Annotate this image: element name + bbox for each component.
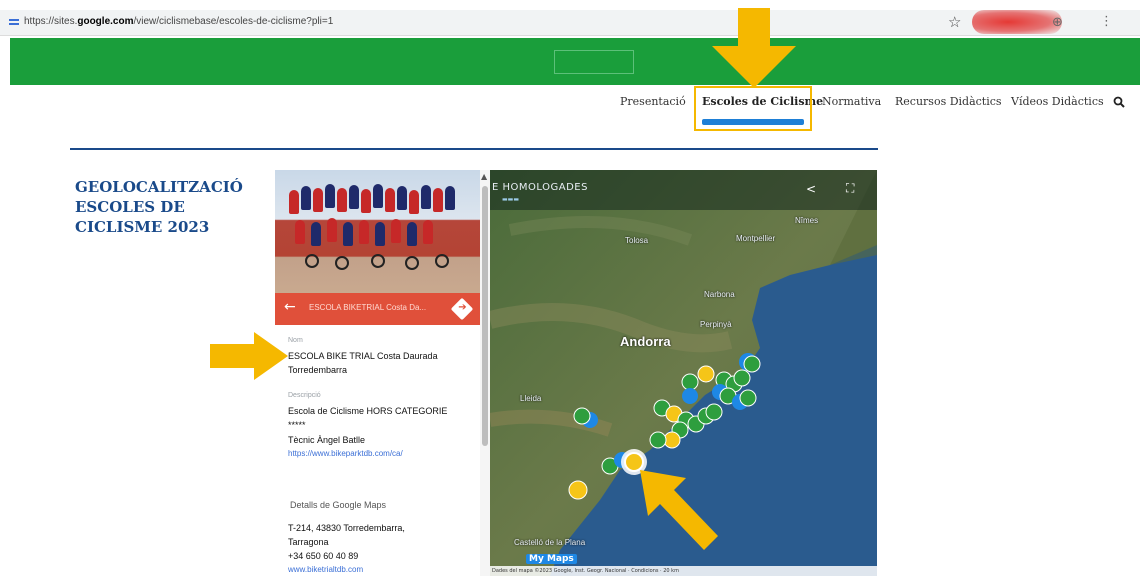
place-info-panel: ← ESCOLA BIKETRIAL Costa Da... ➔ Nom ESC… [275,170,480,576]
footer-website-link[interactable]: www.biketrialtdb.com [288,565,363,574]
place-photo [275,170,480,293]
extensions-icon[interactable]: ⊕ [1052,15,1063,30]
place-header-bar: ← ESCOLA BIKETRIAL Costa Da... ➔ [275,293,480,325]
address-bar[interactable]: https://sites.google.com/view/ciclismeba… [0,10,1140,36]
site-settings-icon[interactable] [8,16,20,28]
annotation-arrow-diagonal-icon [640,470,718,550]
description-line-3: Tècnic Àngel Batlle [288,435,366,445]
nav-normativa[interactable]: Normativa [822,95,881,108]
description-line-2: ***** [288,420,306,430]
page-title: GEOLOCALITZACIÓ ESCOLES DE CICLISME 2023 [75,178,243,236]
url-text[interactable]: https://sites.google.com/view/ciclismeba… [24,16,333,27]
name-line-1: ESCOLA BIKE TRIAL Costa Daurada [288,351,438,361]
annotation-arrow-right-icon [210,332,288,380]
description-line-1: Escola de Ciclisme HORS CATEGORIE [288,406,448,416]
name-line-2: Torredembarra [288,365,348,375]
place-header-title: ESCOLA BIKETRIAL Costa Da... [309,303,427,312]
profile-avatar[interactable] [972,10,1062,34]
details-heading: Detalls de Google Maps [290,500,387,510]
page-divider [70,148,878,150]
search-icon[interactable] [1113,96,1125,111]
nav-active-indicator [702,119,804,125]
nav-recursos-didactics[interactable]: Recursos Didàctics [895,95,1002,108]
my-maps-logo: My Maps [526,554,577,564]
address-line-1: T-214, 43830 Torredembarra, [288,523,405,533]
annotation-arrow-down-icon [712,8,796,88]
menu-icon[interactable]: ⋮ [1100,14,1113,29]
map-attribution: Dades del mapa ©2023 Google, Inst. Geogr… [490,566,877,576]
directions-icon[interactable]: ➔ [450,297,474,321]
cookie-banner [10,38,1140,85]
back-arrow-icon[interactable]: ← [284,299,296,315]
website-link[interactable]: https://www.bikeparktdb.com/ca/ [288,449,403,458]
phone-number: +34 650 60 40 89 [288,551,359,561]
nav-videos-didactics[interactable]: Vídeos Didàctics [1011,95,1104,108]
address-line-2: Tarragona [288,537,329,547]
description-label: Descripció [288,392,321,399]
name-label: Nom [288,337,303,344]
panel-scrollbar[interactable]: ▲ [480,170,490,576]
scrollbar-thumb[interactable] [482,186,488,446]
nav-presentacio[interactable]: Presentació [620,95,686,108]
star-icon[interactable]: ☆ [948,13,961,31]
scroll-up-icon[interactable]: ▲ [481,172,487,181]
banner-button[interactable] [554,50,634,74]
